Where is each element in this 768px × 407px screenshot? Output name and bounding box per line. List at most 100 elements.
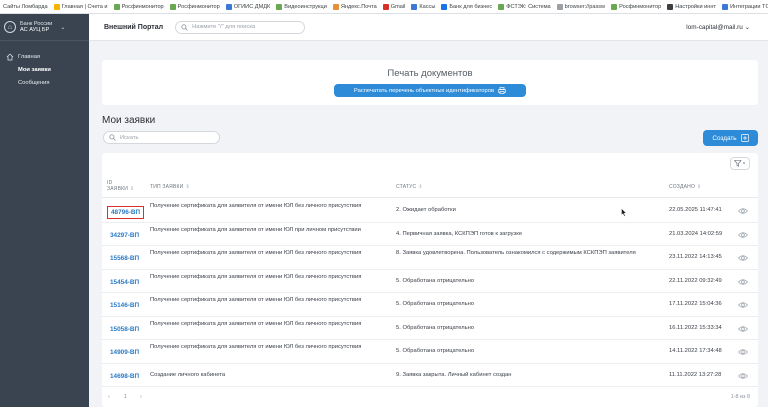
view-eye-icon[interactable] (738, 278, 748, 286)
filter-button[interactable] (730, 157, 750, 170)
request-id-link[interactable]: 14698-ВП (107, 371, 142, 382)
request-id-link[interactable]: 14909-ВП (107, 347, 142, 358)
request-created: 22.11.2022 09:32:49 (669, 277, 722, 284)
request-id-link[interactable]: 15568-ВП (107, 253, 142, 264)
requests-table: ID заявки ⇕ Тип заявки ⇕ Статус ⇕ Создано ⇕ … (102, 153, 758, 407)
request-id-link[interactable]: 15058-ВП (107, 324, 142, 335)
create-button[interactable]: Создать (703, 130, 758, 146)
column-type[interactable]: Тип заявки ⇕ (150, 184, 190, 190)
sort-icon: ⇕ (418, 184, 423, 190)
view-eye-icon[interactable] (738, 231, 748, 239)
view-eye-icon[interactable] (738, 207, 748, 215)
request-created: 23.11.2022 14:13:45 (669, 254, 722, 260)
bookmark-item[interactable]: Банк для бизнес (441, 3, 493, 10)
requests-search[interactable] (103, 131, 220, 144)
request-id-link[interactable]: 48796-ВП (107, 206, 145, 219)
bank-logo-icon: ⌂ (4, 21, 16, 33)
table-row[interactable]: 15454-ВП Получение сертификата для заявит… (102, 270, 758, 293)
brand-line2: АС АУЦ БР (20, 27, 50, 33)
sort-icon: ⇕ (697, 184, 702, 190)
bookmark-label: Видеоинструкци (284, 3, 327, 10)
view-eye-icon[interactable] (738, 348, 748, 356)
request-created: 17.11.2022 15:04:36 (669, 301, 722, 307)
bookmark-label: Банк для бизнес (449, 3, 493, 10)
bookmark-favicon-icon (276, 3, 283, 10)
bookmark-item[interactable]: Яндекс.Почта (332, 3, 377, 10)
page-title: Мои заявки (102, 115, 156, 126)
global-search[interactable] (175, 20, 306, 34)
request-type: Получение сертификата для заявителя от и… (150, 297, 362, 303)
request-type: Получение сертификата для заявителя от и… (150, 226, 361, 233)
view-eye-icon[interactable] (738, 372, 748, 380)
chevron-down-icon[interactable]: ⌄ (60, 24, 65, 31)
table-row[interactable]: 14698-ВП Создание личного кабинета 9. Заяв… (102, 364, 758, 387)
view-eye-icon[interactable] (738, 325, 748, 333)
top-header: Внешний Портал lom-capital@mail.ru ⌄ (89, 14, 768, 41)
table-row[interactable]: 48796-ВП Получение сертификата для заявит… (102, 199, 758, 223)
sidebar-item-label: Сообщения (18, 79, 50, 86)
search-icon (181, 23, 188, 31)
view-eye-icon[interactable] (738, 301, 748, 309)
bookmark-item[interactable]: ОГИИС ДМДК (225, 3, 271, 10)
bookmark-favicon-icon (411, 3, 418, 10)
bookmark-favicon-icon (556, 3, 563, 10)
request-created: 14.11.2022 17:34:48 (669, 348, 722, 354)
table-row[interactable]: 15568-ВП Получение сертификата для заявит… (102, 246, 758, 270)
column-created[interactable]: Создано ⇕ (669, 184, 701, 190)
table-row[interactable]: 15146-ВП Получение сертификата для заявит… (102, 293, 758, 317)
sidebar-item-home[interactable]: Главная (0, 50, 89, 63)
column-status[interactable]: Статус ⇕ (396, 184, 423, 190)
request-status: 5. Обработана отрицательно (396, 301, 475, 307)
bookmark-favicon-icon (332, 3, 339, 10)
bookmark-label: ОГИИС ДМДК (233, 3, 271, 10)
mouse-cursor-icon (621, 208, 627, 217)
print-identifiers-label: Распечатать перечень объектных идентифик… (353, 87, 495, 94)
sidebar-item-messages[interactable]: Сообщения (0, 76, 89, 89)
prev-page-button[interactable]: ‹ (108, 394, 110, 400)
bookmark-label: Настройки иннт (675, 3, 717, 10)
bookmark-favicon-icon (169, 3, 176, 10)
column-id-label-line2: заявки (107, 185, 129, 192)
bookmark-item[interactable]: Росфинмонитор (611, 3, 662, 10)
request-type: Создание личного кабинета (150, 371, 226, 378)
column-id[interactable]: ID заявки ⇕ (107, 180, 134, 192)
sidebar-item-my-requests[interactable]: Мои заявки (0, 63, 89, 76)
page-number[interactable]: 1 (124, 394, 127, 400)
view-eye-icon[interactable] (738, 254, 748, 262)
bookmark-item[interactable]: Росфинмонитор (169, 3, 220, 10)
brand[interactable]: ⌂ Банк России АС АУЦ БР ⌄ (0, 14, 89, 41)
request-id-link[interactable]: 15454-ВП (107, 277, 142, 288)
bookmark-item[interactable]: Видеоинструкци (276, 3, 327, 10)
bookmark-label: Интеграции ТС (730, 3, 768, 10)
user-menu[interactable]: lom-capital@mail.ru ⌄ (686, 23, 750, 31)
bookmark-item[interactable]: Росфинмонитор (113, 3, 164, 10)
bookmark-label: Главная | Счета и (61, 3, 108, 10)
bookmark-item[interactable]: Интеграции ТС (722, 3, 768, 10)
request-status: 4. Первичная заявка, КСКПЭП готов к загр… (396, 230, 523, 237)
bookmark-item[interactable]: Кассы (411, 3, 435, 10)
home-icon (6, 53, 14, 61)
bookmark-item[interactable]: Сайты Ломбарда (3, 4, 48, 10)
portal-title: Внешний Портал (104, 23, 164, 31)
next-page-button[interactable]: › (140, 394, 142, 400)
table-row[interactable]: 34297-ВП Получение сертификата для заявит… (102, 223, 758, 246)
print-identifiers-button[interactable]: Распечатать перечень объектных идентифик… (334, 84, 526, 97)
request-id-link[interactable]: 15146-ВП (107, 300, 142, 311)
print-documents-card: Печать документов Распечатать перечень о… (102, 60, 758, 105)
request-status: 2. Ожидает обработки (396, 207, 456, 213)
bookmark-favicon-icon (498, 3, 505, 10)
table-row[interactable]: 14909-ВП Получение сертификата для заявит… (102, 340, 758, 364)
bookmark-label: Росфинмонитор (619, 3, 662, 10)
request-id-link[interactable]: 34297-ВП (107, 230, 142, 241)
request-status: 8. Заявка удовлетворена. Пользователь оз… (396, 250, 636, 256)
bookmark-item[interactable]: Главная | Счета и (53, 3, 108, 10)
requests-search-input[interactable] (120, 134, 215, 141)
bookmark-item[interactable]: ФСТЭК: Система (498, 3, 551, 10)
table-row[interactable]: 15058-ВП Получение сертификата для заявит… (102, 317, 758, 340)
global-search-input[interactable] (192, 24, 303, 30)
bookmark-item[interactable]: Gmail (382, 3, 405, 10)
bookmark-item[interactable]: Настройки иннт (667, 3, 717, 10)
request-type: Получение сертификата для заявителя от и… (150, 250, 362, 256)
bookmark-item[interactable]: browser://passw (556, 3, 605, 10)
add-icon (740, 134, 749, 142)
